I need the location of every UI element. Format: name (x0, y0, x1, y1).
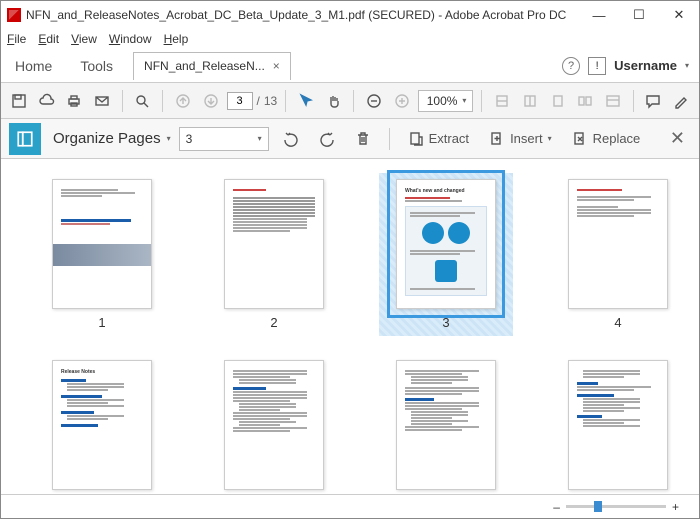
page-thumbnail[interactable]: 8 (557, 360, 679, 494)
close-button[interactable]: ✕ (659, 1, 699, 29)
extract-button[interactable]: Extract (402, 125, 475, 153)
page-thumbnail-selected[interactable]: What's new and changed 3 (379, 173, 513, 336)
select-tool-button[interactable] (294, 88, 318, 114)
separator (389, 128, 390, 150)
page-thumbnail[interactable]: 4 (557, 179, 679, 330)
next-page-button[interactable] (199, 88, 223, 114)
menu-help[interactable]: Help (164, 32, 189, 46)
page-select-caret-icon: ▾ (258, 134, 262, 143)
tab-home[interactable]: Home (1, 49, 66, 83)
tab-document[interactable]: NFN_and_ReleaseN... × (133, 52, 291, 80)
minimize-button[interactable]: — (579, 1, 619, 29)
fit-page-button[interactable] (518, 88, 542, 114)
page-select-value: 3 (186, 132, 193, 146)
window-title: NFN_and_ReleaseNotes_Acrobat_DC_Beta_Upd… (26, 8, 579, 22)
page-total: 13 (264, 94, 277, 108)
organize-pages-title[interactable]: Organize Pages ▾ (53, 130, 171, 147)
title-bar: NFN_and_ReleaseNotes_Acrobat_DC_Beta_Upd… (1, 1, 699, 29)
page-thumbnails-panel[interactable]: 1 2 What's new and changed (1, 159, 699, 494)
delete-page-button[interactable] (349, 125, 377, 153)
zoom-value: 100% (427, 94, 458, 108)
rotate-left-button[interactable] (277, 125, 305, 153)
organize-pages-toolbar: Organize Pages ▾ 3 ▾ Extract Insert ▾ Re… (1, 119, 699, 159)
separator (285, 90, 286, 112)
zoom-caret-icon: ▾ (462, 96, 466, 105)
insert-button[interactable]: Insert ▾ (483, 125, 558, 153)
search-button[interactable] (131, 88, 155, 114)
fit-width-button[interactable] (490, 88, 514, 114)
view-mode-1-button[interactable] (546, 88, 570, 114)
menu-view[interactable]: View (71, 32, 97, 46)
separator (162, 90, 163, 112)
zoom-slider-plus-icon[interactable]: + (672, 500, 679, 514)
zoom-slider[interactable] (566, 505, 666, 508)
page-thumbnail[interactable]: Release Notes 5 (41, 360, 163, 494)
view-mode-2-button[interactable] (573, 88, 597, 114)
page-thumbnail[interactable]: 6 (213, 360, 335, 494)
highlight-button[interactable] (669, 88, 693, 114)
page-select-dropdown[interactable]: 3 ▾ (179, 127, 269, 151)
comment-button[interactable] (642, 88, 666, 114)
help-icon[interactable]: ? (562, 57, 580, 75)
tab-tools[interactable]: Tools (66, 49, 127, 83)
separator (353, 90, 354, 112)
app-icon (7, 8, 21, 22)
page-thumbnail[interactable]: 2 (213, 179, 335, 330)
tab-bar-right: ? ! Username ▾ (562, 57, 699, 75)
cloud-button[interactable] (35, 88, 59, 114)
save-button[interactable] (7, 88, 31, 114)
view-mode-3-button[interactable] (601, 88, 625, 114)
menu-file[interactable]: File (7, 32, 26, 46)
thumbnail-label: 4 (614, 315, 621, 330)
replace-button[interactable]: Replace (566, 125, 647, 153)
notifications-icon[interactable]: ! (588, 57, 606, 75)
rotate-right-button[interactable] (313, 125, 341, 153)
hand-tool-button[interactable] (322, 88, 346, 114)
separator (481, 90, 482, 112)
page-separator: / (257, 94, 260, 108)
tab-bar: Home Tools NFN_and_ReleaseN... × ? ! Use… (1, 49, 699, 83)
zoom-slider-knob[interactable] (594, 501, 602, 512)
username-label[interactable]: Username (614, 58, 677, 73)
main-toolbar: / 13 100% ▾ (1, 83, 699, 119)
organize-caret-icon: ▾ (167, 134, 171, 143)
page-thumbnail[interactable]: 7 (385, 360, 507, 494)
page-number-input[interactable] (227, 92, 253, 110)
thumbnail-label: 2 (270, 315, 277, 330)
zoom-slider-minus-icon[interactable]: – (553, 500, 560, 514)
user-menu-caret-icon[interactable]: ▾ (685, 61, 689, 70)
insert-caret-icon: ▾ (548, 134, 552, 143)
prev-page-button[interactable] (171, 88, 195, 114)
page-number-control: / 13 (227, 92, 278, 110)
tab-close-icon[interactable]: × (273, 59, 280, 73)
zoom-in-button[interactable] (390, 88, 414, 114)
menu-window[interactable]: Window (109, 32, 152, 46)
tab-document-label: NFN_and_ReleaseN... (144, 59, 265, 73)
menu-edit[interactable]: Edit (38, 32, 59, 46)
window-controls: — ☐ ✕ (579, 1, 699, 29)
menu-bar: File Edit View Window Help (1, 29, 699, 49)
close-organize-button[interactable]: ✕ (664, 125, 691, 153)
email-button[interactable] (90, 88, 114, 114)
sidebar-toggle-button[interactable] (9, 123, 41, 155)
print-button[interactable] (62, 88, 86, 114)
thumbnail-grid: 1 2 What's new and changed (41, 179, 679, 494)
status-bar: – + (1, 494, 699, 518)
zoom-select[interactable]: 100% ▾ (418, 90, 474, 112)
separator (633, 90, 634, 112)
separator (122, 90, 123, 112)
thumbnail-label: 3 (442, 315, 449, 330)
zoom-out-button[interactable] (362, 88, 386, 114)
thumbnail-label: 1 (98, 315, 105, 330)
maximize-button[interactable]: ☐ (619, 1, 659, 29)
page-thumbnail[interactable]: 1 (41, 179, 163, 330)
